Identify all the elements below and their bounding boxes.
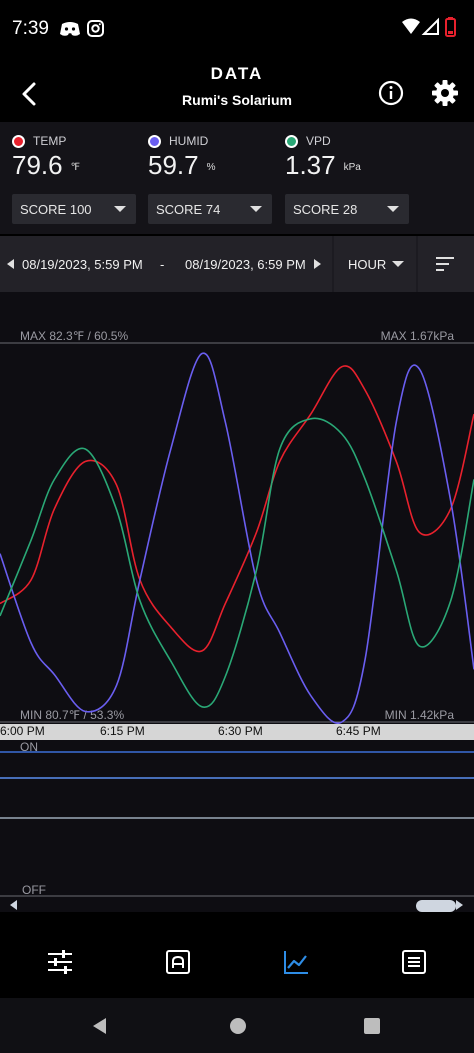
series-line-temp [0,365,474,653]
temp-dot-icon [12,134,25,148]
status-right-icons [402,16,464,45]
chart-line-icon [284,951,308,974]
series-line-vpd [0,417,474,708]
settings-button[interactable] [430,78,460,108]
interval-label: HOUR [348,257,387,272]
status-bar: 7:39 [0,0,474,58]
scroll-right-icon[interactable] [456,900,463,910]
metric-value: 59.7 [148,150,199,180]
chart-scrollbar[interactable] [0,898,474,912]
metric-temp: TEMP 79.6 ℉ [12,134,152,181]
caret-down-icon [392,261,404,267]
scroll-left-icon[interactable] [10,900,17,910]
nav-controls[interactable] [46,948,74,976]
system-recents-icon[interactable] [362,1016,382,1036]
date-range-bar: 08/19/2023, 5:59 PM - 08/19/2023, 6:59 P… [0,236,474,292]
state-lines [0,751,474,897]
vpd-dot-icon [285,134,298,148]
score-select-vpd[interactable]: SCORE 28 [285,194,409,224]
caret-down-icon [114,206,126,212]
time-tick: 6:30 PM [218,724,263,738]
time-tick: 6:00 PM [0,724,45,738]
sliders-icon [48,950,72,974]
status-time: 7:39 [12,18,49,39]
discord-icon [60,22,80,36]
sort-button[interactable] [418,236,474,292]
battery-low-icon [445,17,456,37]
status-left-icons [60,20,116,43]
list-icon [402,950,426,974]
line-chart [0,342,474,724]
nav-log[interactable] [400,948,428,976]
scroll-thumb[interactable] [416,900,456,912]
score-label: SCORE 74 [156,202,221,217]
humid-dot-icon [148,134,161,148]
metric-value: 1.37 [285,150,336,180]
score-label: SCORE 28 [293,202,358,217]
score-select-humid[interactable]: SCORE 74 [148,194,272,224]
system-home-icon[interactable] [228,1016,248,1036]
metric-humid: HUMID 59.7% [148,134,288,181]
metric-unit: kPa [343,161,361,173]
system-nav-bar [0,998,474,1053]
nav-controller[interactable] [164,948,192,976]
metric-label: VPD [306,134,331,148]
caret-down-icon [387,206,399,212]
wifi-icon [402,18,420,34]
date-range-selector: 08/19/2023, 5:59 PM - 08/19/2023, 6:59 P… [0,236,332,292]
system-back-icon[interactable] [90,1016,110,1036]
score-label: SCORE 100 [20,202,92,217]
bottom-nav [0,922,474,998]
time-tick: 6:45 PM [336,724,381,738]
info-button[interactable] [376,78,406,108]
score-select-temp[interactable]: SCORE 100 [12,194,136,224]
metric-vpd: VPD 1.37 kPa [285,134,425,181]
range-separator: - [160,257,165,272]
caret-down-icon [250,206,262,212]
interval-select[interactable]: HOUR [334,236,416,292]
range-end[interactable]: 08/19/2023, 6:59 PM [185,257,306,272]
time-axis: 6:00 PM 6:15 PM 6:30 PM 6:45 PM [0,724,474,740]
series-line-humid [0,352,474,724]
range-start[interactable]: 08/19/2023, 5:59 PM [22,257,143,272]
device-state-chart: ON OFF [0,740,474,898]
info-icon [378,80,404,106]
metrics-panel: TEMP 79.6 ℉ HUMID 59.7% VPD 1.37 kPa SCORE… [0,122,474,234]
metric-unit: % [206,161,216,173]
metric-label: HUMID [169,134,209,148]
metric-value: 79.6 [12,150,63,180]
next-range-icon[interactable] [314,259,321,269]
time-tick: 6:15 PM [100,724,145,738]
chart-area[interactable]: MAX 82.3℉ / 60.5% MAX 1.67kPa MIN 80.7℉ … [0,292,474,724]
instagram-icon [87,20,104,37]
metric-label: TEMP [33,134,67,148]
prev-range-icon[interactable] [7,259,14,269]
nav-data-chart[interactable] [282,948,310,976]
signal-icon [421,17,439,35]
metric-unit: ℉ [70,161,81,173]
sort-icon [436,257,454,271]
controller-icon [166,950,190,974]
gear-icon [432,80,458,106]
app-header: DATA Rumi's Solarium [0,58,474,122]
